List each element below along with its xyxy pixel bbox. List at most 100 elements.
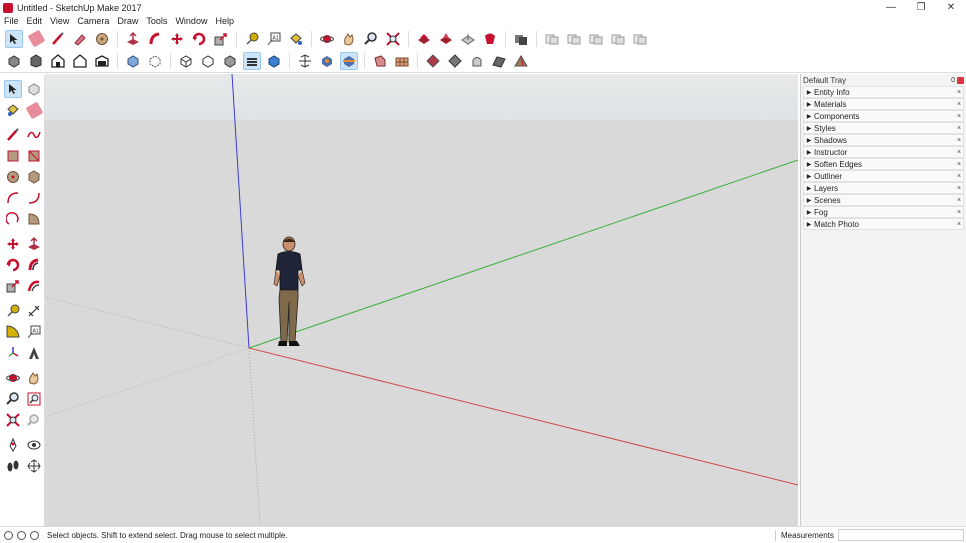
scale-icon[interactable]: [212, 30, 230, 48]
panel-layers[interactable]: ▶ Layers ×: [803, 182, 964, 194]
orbit-tool-icon[interactable]: [4, 369, 22, 387]
hidden-line-icon[interactable]: [199, 52, 217, 70]
split-icon[interactable]: [490, 52, 508, 70]
right-view-icon[interactable]: [71, 52, 89, 70]
scale-tool-icon[interactable]: [4, 277, 22, 295]
top-view-icon[interactable]: [27, 52, 45, 70]
panel-materials[interactable]: ▶ Materials ×: [803, 98, 964, 110]
rotated-rectangle-tool-icon[interactable]: [25, 147, 43, 165]
panel-close-icon[interactable]: ×: [955, 197, 963, 204]
eraser-tool-icon[interactable]: [25, 101, 43, 119]
shaded-textures-icon[interactable]: [243, 52, 261, 70]
select-icon[interactable]: [5, 29, 23, 48]
three-point-arc-tool-icon[interactable]: [4, 210, 22, 228]
panel-close-icon[interactable]: ×: [955, 89, 963, 96]
back-view-icon[interactable]: [93, 52, 111, 70]
circle-icon[interactable]: [93, 30, 111, 48]
display-section-icon[interactable]: [318, 52, 336, 70]
iso-view-icon[interactable]: [5, 52, 23, 70]
menu-edit[interactable]: Edit: [23, 16, 47, 26]
zoom-extents-icon[interactable]: [384, 30, 402, 48]
paint-tool-icon[interactable]: [4, 101, 22, 119]
dimension-tool-icon[interactable]: [25, 302, 43, 320]
section-plane-icon[interactable]: [296, 52, 314, 70]
move-tool-icon[interactable]: [4, 235, 22, 253]
wireframe-icon[interactable]: [177, 52, 195, 70]
panel-close-icon[interactable]: ×: [955, 209, 963, 216]
minimize-button[interactable]: —: [876, 0, 906, 15]
front-view-icon[interactable]: [49, 52, 67, 70]
pan-icon[interactable]: [340, 30, 358, 48]
tape-measure-icon[interactable]: [243, 30, 261, 48]
menu-window[interactable]: Window: [171, 16, 211, 26]
zoom-window-tool-icon[interactable]: [25, 390, 43, 408]
section-plane-tool-icon[interactable]: [25, 457, 43, 475]
panel-soften-edges[interactable]: ▶ Soften Edges ×: [803, 158, 964, 170]
tray-pin[interactable]: 0: [951, 77, 955, 84]
panel-close-icon[interactable]: ×: [955, 137, 963, 144]
panel-close-icon[interactable]: ×: [955, 113, 963, 120]
intersect-icon[interactable]: [446, 52, 464, 70]
modeling-viewport[interactable]: [45, 74, 798, 526]
maximize-button[interactable]: ❐: [906, 0, 936, 15]
upload-icon[interactable]: [459, 30, 477, 48]
make-component-icon[interactable]: [25, 80, 43, 98]
close-button[interactable]: ✕: [936, 0, 966, 15]
previous-view-tool-icon[interactable]: [25, 411, 43, 429]
solid-subtract-icon[interactable]: [393, 52, 411, 70]
sandbox-icon[interactable]: [512, 52, 530, 70]
xray-icon[interactable]: [124, 52, 142, 70]
menu-tools[interactable]: Tools: [142, 16, 171, 26]
line-tool-icon[interactable]: [4, 126, 22, 144]
panel-close-icon[interactable]: ×: [955, 173, 963, 180]
zoom-icon[interactable]: [362, 30, 380, 48]
pie-tool-icon[interactable]: [25, 210, 43, 228]
walk-tool-icon[interactable]: [4, 457, 22, 475]
text-icon[interactable]: A1: [265, 30, 283, 48]
circle-tool-icon[interactable]: [4, 168, 22, 186]
menu-camera[interactable]: Camera: [73, 16, 113, 26]
push-pull-icon[interactable]: [124, 30, 142, 48]
menu-help[interactable]: Help: [211, 16, 238, 26]
tape-measure-tool-icon[interactable]: [4, 302, 22, 320]
two-point-arc-tool-icon[interactable]: [25, 189, 43, 207]
protractor-tool-icon[interactable]: [4, 323, 22, 341]
solid-union-icon[interactable]: [371, 52, 389, 70]
pan-tool-icon[interactable]: [25, 369, 43, 387]
layout-icon[interactable]: [512, 30, 530, 48]
monochrome-icon[interactable]: [265, 52, 283, 70]
user-account-icon[interactable]: [30, 530, 39, 540]
offset-tool-icon[interactable]: [25, 277, 43, 295]
zoom-extents-tool-icon[interactable]: [4, 411, 22, 429]
3d-text-tool-icon[interactable]: [25, 344, 43, 362]
panel-close-icon[interactable]: ×: [955, 101, 963, 108]
component-3-icon[interactable]: [587, 30, 605, 48]
tray-close-button[interactable]: [957, 76, 964, 84]
warehouse-icon[interactable]: [415, 30, 433, 48]
share-model-icon[interactable]: [437, 30, 455, 48]
zoom-tool-icon[interactable]: [4, 390, 22, 408]
position-camera-tool-icon[interactable]: [4, 436, 22, 454]
follow-me-icon[interactable]: [146, 30, 164, 48]
panel-shadows[interactable]: ▶ Shadows ×: [803, 134, 964, 146]
credits-icon[interactable]: [17, 530, 26, 540]
axes-tool-icon[interactable]: [4, 344, 22, 362]
panel-close-icon[interactable]: ×: [955, 161, 963, 168]
menu-file[interactable]: File: [0, 16, 23, 26]
pencil-icon[interactable]: [49, 30, 67, 48]
measurements-input[interactable]: [838, 529, 964, 541]
menu-draw[interactable]: Draw: [113, 16, 142, 26]
panel-fog[interactable]: ▶ Fog ×: [803, 206, 964, 218]
panel-close-icon[interactable]: ×: [955, 221, 963, 228]
trim-icon[interactable]: [468, 52, 486, 70]
panel-close-icon[interactable]: ×: [955, 125, 963, 132]
paint-bucket-icon[interactable]: [287, 30, 305, 48]
menu-view[interactable]: View: [46, 16, 73, 26]
panel-styles[interactable]: ▶ Styles ×: [803, 122, 964, 134]
component-1-icon[interactable]: [543, 30, 561, 48]
component-2-icon[interactable]: [565, 30, 583, 48]
panel-components[interactable]: ▶ Components ×: [803, 110, 964, 122]
rectangle-tool-icon[interactable]: [4, 147, 22, 165]
component-4-icon[interactable]: [609, 30, 627, 48]
panel-outliner[interactable]: ▶ Outliner ×: [803, 170, 964, 182]
